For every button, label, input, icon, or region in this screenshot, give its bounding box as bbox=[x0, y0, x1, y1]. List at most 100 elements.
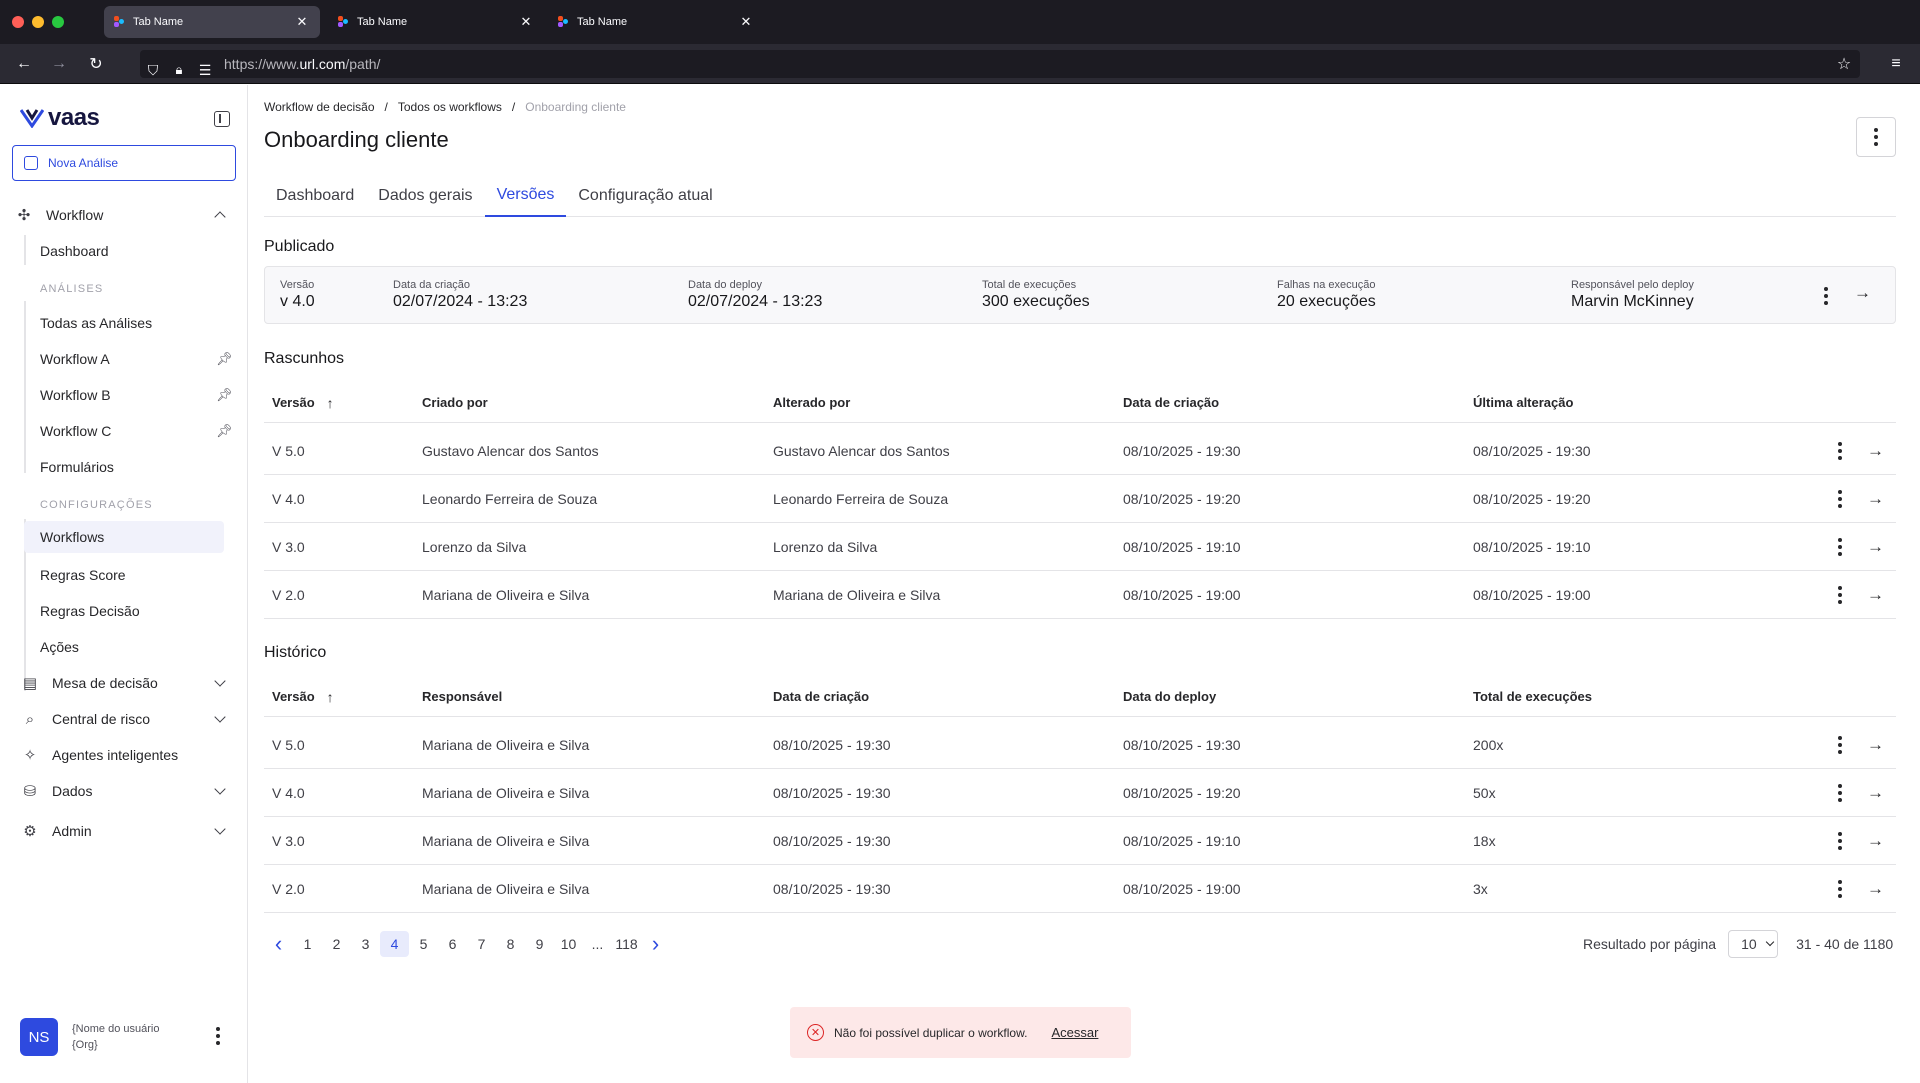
published-version-card[interactable]: Versão v 4.0 Data da criação 02/07/2024 … bbox=[264, 266, 1896, 324]
close-window-button[interactable] bbox=[12, 16, 24, 28]
browser-tab-3[interactable]: Tab Name ✕ bbox=[548, 6, 764, 38]
table-row[interactable]: V 3.0 Lorenzo da Silva Lorenzo da Silva 08/… bbox=[264, 523, 1896, 571]
sidebar-item-acoes[interactable]: Ações bbox=[0, 631, 248, 663]
page-number[interactable]: 1 bbox=[293, 931, 322, 957]
page-number[interactable]: 3 bbox=[351, 931, 380, 957]
sidebar-item-workflows[interactable]: Workflows bbox=[24, 521, 224, 553]
page-number[interactable]: 6 bbox=[438, 931, 467, 957]
collapse-sidebar-icon[interactable] bbox=[214, 111, 230, 127]
sidebar-item-formularios[interactable]: Formulários bbox=[0, 451, 248, 483]
results-range: 31 - 40 de 1180 bbox=[1796, 936, 1894, 952]
arrow-right-icon[interactable]: → bbox=[1867, 721, 1884, 768]
user-profile[interactable]: NS {Nome do usuário {Org} bbox=[20, 1017, 230, 1057]
arrow-right-icon[interactable]: → bbox=[1867, 865, 1884, 912]
breadcrumb-link[interactable]: Workflow de decisão bbox=[264, 100, 375, 114]
more-vertical-icon[interactable] bbox=[1824, 287, 1828, 305]
page-number[interactable]: 7 bbox=[467, 931, 496, 957]
table-row[interactable]: V 5.0 Gustavo Alencar dos Santos Gustavo A… bbox=[264, 427, 1896, 475]
more-vertical-icon[interactable] bbox=[1838, 523, 1842, 570]
vaas-logo[interactable]: vaas bbox=[20, 104, 100, 131]
more-vertical-icon[interactable] bbox=[1838, 427, 1842, 474]
page-number[interactable]: 9 bbox=[525, 931, 554, 957]
table-row[interactable]: V 5.0 Mariana de Oliveira e Silva 08/10/20… bbox=[264, 721, 1896, 769]
pin-icon[interactable]: 📌︎ bbox=[216, 387, 233, 403]
sort-up-icon[interactable]: ↑ bbox=[327, 395, 334, 411]
forward-icon[interactable]: → bbox=[47, 44, 71, 84]
table-cell: 08/10/2025 - 19:00 bbox=[1473, 586, 1591, 603]
tab-dashboard[interactable]: Dashboard bbox=[264, 175, 366, 217]
page-number[interactable]: 2 bbox=[322, 931, 351, 957]
chevron-left-icon[interactable]: ‹ bbox=[264, 931, 293, 957]
table-row[interactable]: V 3.0 Mariana de Oliveira e Silva 08/10/20… bbox=[264, 817, 1896, 865]
table-row[interactable]: V 4.0 Mariana de Oliveira e Silva 08/10/20… bbox=[264, 769, 1896, 817]
figma-icon bbox=[558, 16, 570, 28]
sidebar-item-workflow[interactable]: ✣ Workflow bbox=[0, 199, 248, 231]
page-number[interactable]: 5 bbox=[409, 931, 438, 957]
browser-tab-2[interactable]: Tab Name ✕ bbox=[328, 6, 544, 38]
page-number[interactable]: 118 bbox=[612, 931, 641, 957]
more-vertical-icon[interactable] bbox=[1838, 769, 1842, 816]
page-number[interactable]: 4 bbox=[380, 931, 409, 957]
back-icon[interactable]: ← bbox=[12, 44, 36, 84]
arrow-right-icon[interactable]: → bbox=[1854, 283, 1871, 303]
column-header-versao[interactable]: Versão ↑ bbox=[272, 383, 334, 422]
table-cell: 18x bbox=[1473, 832, 1496, 849]
more-vertical-icon[interactable] bbox=[1838, 865, 1842, 912]
more-vertical-icon[interactable] bbox=[1838, 571, 1842, 618]
tab-configuracao-atual[interactable]: Configuração atual bbox=[566, 175, 724, 217]
browser-tab-1[interactable]: Tab Name ✕ bbox=[104, 6, 320, 38]
chevron-down-icon bbox=[1765, 937, 1774, 947]
sidebar-item-todas-analises[interactable]: Todas as Análises bbox=[0, 307, 248, 339]
tab-dados-gerais[interactable]: Dados gerais bbox=[366, 175, 484, 217]
close-tab-icon[interactable]: ✕ bbox=[518, 14, 534, 30]
close-tab-icon[interactable]: ✕ bbox=[294, 14, 310, 30]
close-tab-icon[interactable]: ✕ bbox=[738, 14, 754, 30]
table-row[interactable]: V 4.0 Leonardo Ferreira de Souza Leonardo … bbox=[264, 475, 1896, 523]
sidebar-item-regras-decisao[interactable]: Regras Decisão bbox=[0, 595, 248, 627]
arrow-right-icon[interactable]: → bbox=[1867, 523, 1884, 570]
sort-up-icon[interactable]: ↑ bbox=[327, 689, 334, 705]
page-number[interactable]: 10 bbox=[554, 931, 583, 957]
arrow-right-icon[interactable]: → bbox=[1867, 475, 1884, 522]
more-vertical-icon[interactable] bbox=[216, 1027, 220, 1045]
column-header-versao[interactable]: Versão ↑ bbox=[272, 677, 334, 716]
sidebar-item-admin[interactable]: ⚙︎ Admin bbox=[0, 815, 248, 847]
chevron-right-icon[interactable]: › bbox=[641, 931, 670, 957]
sidebar-item-mesa-decisao[interactable]: ▤ Mesa de decisão bbox=[0, 667, 248, 699]
arrow-right-icon[interactable]: → bbox=[1867, 817, 1884, 864]
per-page-select[interactable]: 10 bbox=[1728, 930, 1779, 958]
hamburger-menu-icon[interactable]: ≡ bbox=[1884, 44, 1908, 84]
bookmark-star-icon[interactable]: ☆ bbox=[1832, 44, 1856, 84]
minimize-window-button[interactable] bbox=[32, 16, 44, 28]
more-vertical-icon[interactable] bbox=[1838, 817, 1842, 864]
permissions-icon[interactable]: ☰ bbox=[192, 50, 218, 90]
table-row[interactable]: V 2.0 Mariana de Oliveira e Silva 08/10/20… bbox=[264, 865, 1896, 913]
breadcrumb-link[interactable]: Todos os workflows bbox=[398, 100, 502, 114]
pin-icon[interactable]: 📌︎ bbox=[216, 351, 233, 367]
more-vertical-icon[interactable] bbox=[1838, 475, 1842, 522]
sidebar-item-agentes[interactable]: ✧ Agentes inteligentes bbox=[0, 739, 248, 771]
sidebar-item-central-risco[interactable]: ⌕ Central de risco bbox=[0, 703, 248, 735]
page-number[interactable]: 8 bbox=[496, 931, 525, 957]
lock-icon[interactable]: 🔒︎ bbox=[166, 50, 192, 90]
sidebar-item-workflow-a[interactable]: Workflow A 📌︎ bbox=[0, 343, 248, 375]
arrow-right-icon[interactable]: → bbox=[1867, 571, 1884, 618]
sidebar-item-dashboard[interactable]: Dashboard bbox=[0, 235, 248, 267]
pin-icon[interactable]: 📌︎ bbox=[216, 423, 233, 439]
new-analysis-button[interactable]: Nova Análise bbox=[12, 145, 236, 181]
shield-icon[interactable]: ⛉ bbox=[140, 50, 166, 90]
url-bar[interactable]: ⛉ 🔒︎ ☰ https://www. url.com/path/ bbox=[140, 50, 1860, 78]
more-vertical-icon[interactable] bbox=[1838, 721, 1842, 768]
reload-icon[interactable]: ↻ bbox=[84, 44, 108, 84]
tab-versoes[interactable]: Versões bbox=[484, 175, 567, 217]
sidebar-item-workflow-c[interactable]: Workflow C 📌︎ bbox=[0, 415, 248, 447]
table-row[interactable]: V 2.0 Mariana de Oliveira e Silva Mariana … bbox=[264, 571, 1896, 619]
toast-action-link[interactable]: Acessar bbox=[1051, 1025, 1098, 1040]
page-more-button[interactable] bbox=[1856, 117, 1896, 157]
maximize-window-button[interactable] bbox=[52, 16, 64, 28]
sidebar-item-workflow-b[interactable]: Workflow B 📌︎ bbox=[0, 379, 248, 411]
sidebar-item-dados[interactable]: ⛁ Dados bbox=[0, 775, 248, 807]
arrow-right-icon[interactable]: → bbox=[1867, 427, 1884, 474]
arrow-right-icon[interactable]: → bbox=[1867, 769, 1884, 816]
sidebar-item-regras-score[interactable]: Regras Score bbox=[0, 559, 248, 591]
